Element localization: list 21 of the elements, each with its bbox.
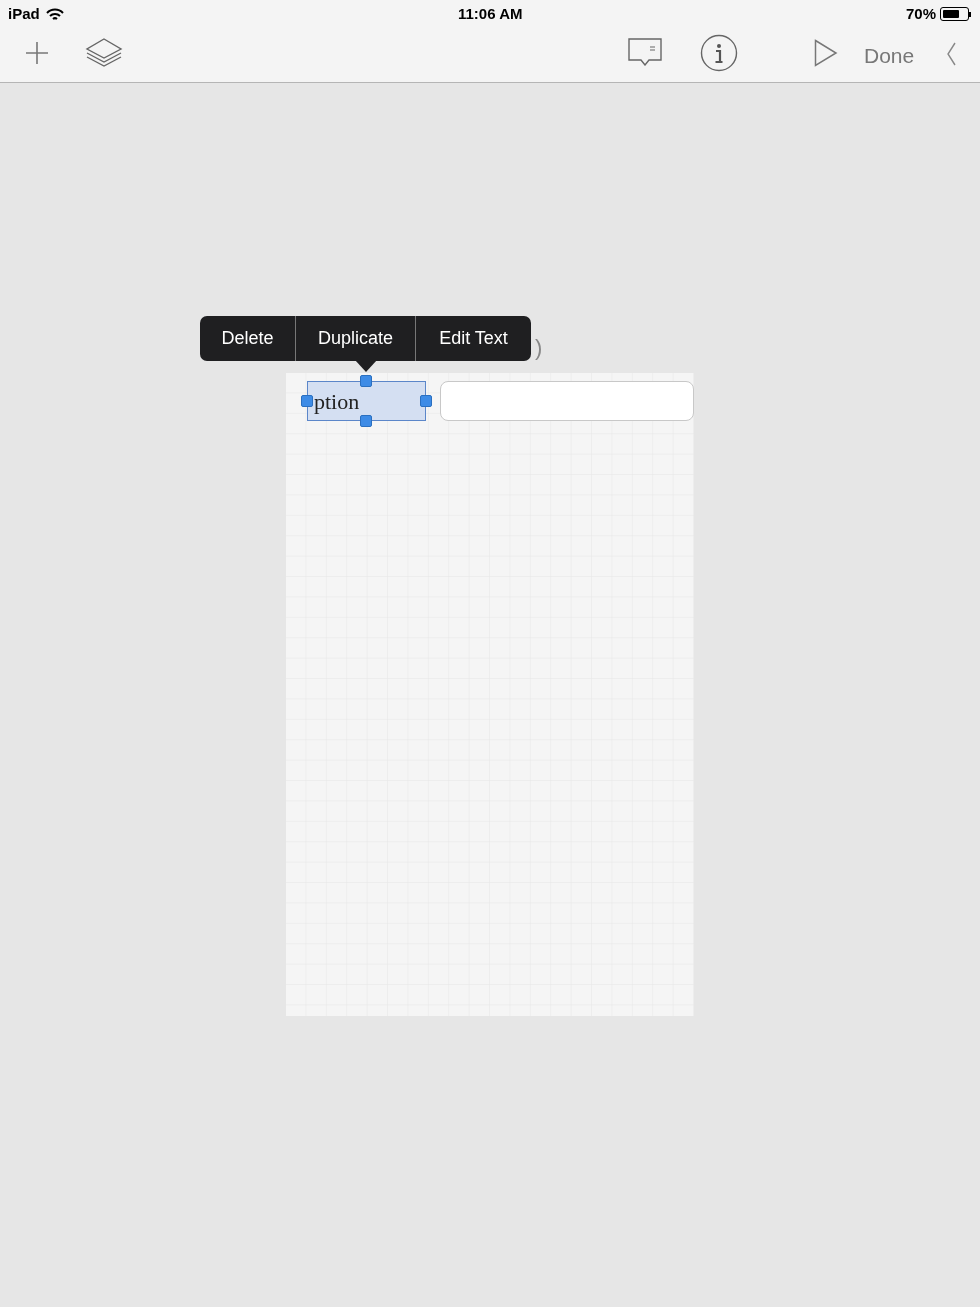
add-icon[interactable] bbox=[25, 41, 49, 65]
comment-icon[interactable] bbox=[628, 38, 662, 66]
label-text: ) bbox=[535, 334, 543, 362]
done-button[interactable]: Done bbox=[858, 40, 921, 72]
info-icon[interactable] bbox=[700, 34, 738, 72]
battery-percent: 70% bbox=[905, 3, 936, 24]
menu-item[interactable]: Edit Text bbox=[415, 316, 531, 361]
battery-icon bbox=[940, 7, 972, 21]
resize-handle[interactable] bbox=[420, 395, 432, 407]
clock: 11:06 AM bbox=[458, 3, 523, 24]
layers-icon[interactable] bbox=[85, 37, 123, 67]
menu-item[interactable]: Delete bbox=[200, 316, 295, 361]
resize-handle[interactable] bbox=[360, 415, 372, 427]
input-field[interactable] bbox=[440, 381, 694, 421]
device-name: iPad bbox=[8, 3, 40, 24]
resize-handle[interactable] bbox=[301, 395, 313, 407]
resize-handle[interactable] bbox=[360, 375, 372, 387]
play-icon[interactable] bbox=[814, 39, 838, 67]
label-element[interactable]: ption bbox=[307, 381, 426, 421]
wifi-icon bbox=[45, 7, 64, 21]
chevron-left-icon[interactable] bbox=[945, 42, 957, 66]
